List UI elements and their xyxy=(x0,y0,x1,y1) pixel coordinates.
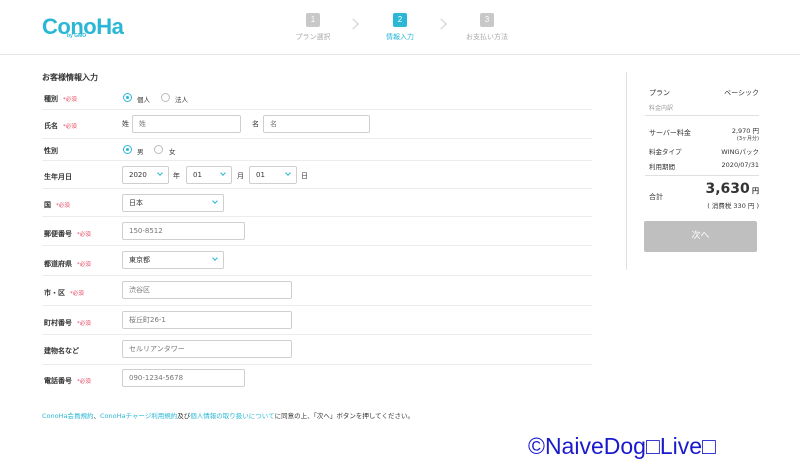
radio-label-male: 男 xyxy=(137,148,144,156)
total-row: 合計 3,630 円 ( 消費税 330 円 ) xyxy=(649,181,759,210)
chevron-down-icon xyxy=(212,198,218,204)
required-mark: *必須 xyxy=(77,262,91,268)
mei-prefix: 名 xyxy=(252,120,259,128)
step-label: お支払い方法 xyxy=(466,33,508,41)
terms-notice: ConoHa会員規約、ConoHaチャージ利用規約及び個人情報の取り扱いについて… xyxy=(42,412,414,420)
field-label: 郵便番号 *必須 xyxy=(44,230,91,238)
sei-prefix: 姓 xyxy=(122,120,129,128)
radio-individual[interactable] xyxy=(123,93,132,102)
breakdown-label: 料金内訳 xyxy=(649,105,674,112)
phone-input[interactable] xyxy=(122,369,245,387)
step-number: 1 xyxy=(306,13,320,27)
period-row: 利用期間 2020/07/31 xyxy=(649,161,759,171)
field-label: 都道府県 *必須 xyxy=(44,260,91,268)
required-mark: *必須 xyxy=(77,379,91,385)
step-number: 3 xyxy=(480,13,494,27)
chevron-down-icon xyxy=(157,170,163,176)
city-input[interactable] xyxy=(122,281,292,299)
field-label: 性別 xyxy=(44,147,58,155)
step-label: プラン選択 xyxy=(295,33,331,41)
field-label: 町村番号 *必須 xyxy=(44,319,91,327)
row-prefecture: 都道府県 *必須 東京都 xyxy=(42,246,592,276)
address-input[interactable] xyxy=(122,311,292,329)
birth-day-select[interactable]: 01 xyxy=(249,166,297,184)
row-name: 氏名*必須 姓 名 xyxy=(42,110,592,139)
row-postal: 郵便番号 *必須 xyxy=(42,217,592,246)
field-label: 電話番号 *必須 xyxy=(44,377,91,385)
required-mark: *必須 xyxy=(56,203,70,209)
field-label: 建物名など xyxy=(44,347,79,355)
field-label: 種別 *必須 xyxy=(44,95,77,103)
step-payment: 3 お支払い方法 xyxy=(447,13,527,42)
total-amount: 3,630 xyxy=(705,181,750,197)
fee-type-row: 料金タイプ WINGパック xyxy=(649,148,759,156)
year-unit: 年 xyxy=(173,172,180,180)
row-building: 建物名など xyxy=(42,335,592,365)
watermark-text: ©NaiveDog□Live□ xyxy=(528,433,716,459)
field-label: 氏名 *必須 xyxy=(44,122,77,130)
field-label: 国 *必須 xyxy=(44,201,70,209)
birth-year-select[interactable]: 2020 xyxy=(122,166,169,184)
row-birthdate: 生年月日 2020 年 01 月 01 日 xyxy=(42,161,592,189)
form-title: お客様情報入力 xyxy=(42,73,98,82)
required-mark: *必須 xyxy=(63,97,77,103)
row-country: 国 *必須 日本 xyxy=(42,189,592,217)
first-name-input[interactable] xyxy=(263,115,370,133)
row-city: 市・区 *必須 xyxy=(42,276,592,306)
charge-terms-link[interactable]: ConoHaチャージ利用規約 xyxy=(100,412,177,420)
required-mark: *必須 xyxy=(70,291,84,297)
step-info-input: 2 情報入力 xyxy=(360,13,440,42)
postal-code-input[interactable] xyxy=(122,222,245,240)
required-mark: *必須 xyxy=(63,124,77,130)
tax-note: ( 消費税 330 円 ) xyxy=(707,202,759,210)
radio-label-female: 女 xyxy=(169,148,176,156)
field-label: 市・区 *必須 xyxy=(44,289,84,297)
row-address: 町村番号 *必須 xyxy=(42,306,592,335)
birth-month-select[interactable]: 01 xyxy=(186,166,232,184)
divider xyxy=(645,115,759,116)
member-terms-link[interactable]: ConoHa会員規約 xyxy=(42,412,93,420)
chevron-down-icon xyxy=(220,170,226,176)
step-plan-select: 1 プラン選択 xyxy=(273,13,353,42)
summary-plan-row: プラン ベーシック xyxy=(649,89,759,97)
field-label: 生年月日 xyxy=(44,173,72,181)
divider xyxy=(645,175,759,176)
row-phone: 電話番号 *必須 xyxy=(42,365,592,393)
step-number: 2 xyxy=(393,13,407,27)
header: ConoHa by GMO 1 プラン選択 2 情報入力 3 お支払い方法 xyxy=(0,0,800,55)
required-mark: *必須 xyxy=(77,232,91,238)
plan-value: ベーシック xyxy=(724,89,759,97)
country-select[interactable]: 日本 xyxy=(122,194,224,212)
logo-subtext: by GMO xyxy=(67,33,87,39)
last-name-input[interactable] xyxy=(132,115,241,133)
step-label: 情報入力 xyxy=(386,33,414,41)
next-button[interactable]: 次へ xyxy=(644,221,757,252)
required-mark: *必須 xyxy=(77,321,91,327)
chevron-down-icon xyxy=(212,255,218,261)
chevron-down-icon xyxy=(285,170,291,176)
building-input[interactable] xyxy=(122,340,292,358)
radio-female[interactable] xyxy=(154,145,163,154)
row-gender: 性別 男 女 xyxy=(42,139,592,161)
radio-label-individual: 個人 xyxy=(137,96,150,104)
radio-label-corporate: 法人 xyxy=(175,96,188,104)
row-type: 種別 *必須 個人 法人 xyxy=(42,86,592,110)
privacy-link[interactable]: 個人情報の取り扱いについて xyxy=(190,412,274,420)
radio-male[interactable] xyxy=(123,145,132,154)
day-unit: 日 xyxy=(301,172,308,180)
month-unit: 月 xyxy=(237,172,244,180)
radio-corporate[interactable] xyxy=(161,93,170,102)
prefecture-select[interactable]: 東京都 xyxy=(122,251,224,269)
